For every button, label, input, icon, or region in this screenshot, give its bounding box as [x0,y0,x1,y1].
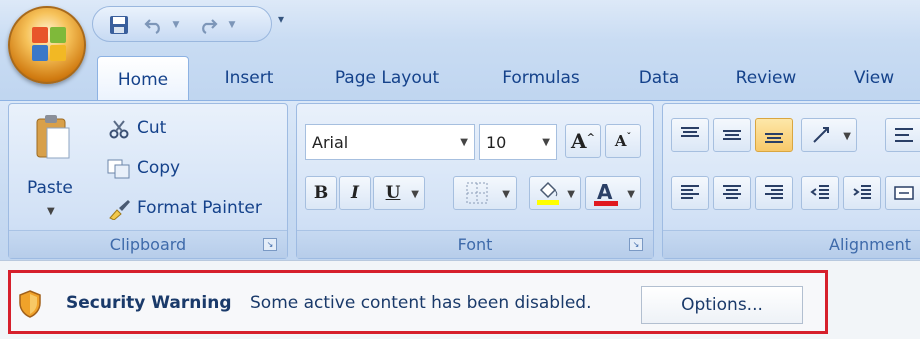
tab-view[interactable]: View [836,56,912,100]
customize-toolbar-icon[interactable]: ▾ [278,12,284,26]
paste-icon [36,115,70,159]
undo-dropdown[interactable]: ▼ [169,14,183,36]
alignment-group: ▼ Alignment [662,103,920,259]
options-button[interactable]: Options... [641,286,803,324]
grow-font-button[interactable]: A^ [565,124,601,158]
chevron-down-icon: ▼ [843,131,851,142]
increase-indent-icon [853,185,871,199]
undo-button[interactable] [143,14,165,36]
ribbon: Paste ▼ Cut Copy Format Painter Clipboar… [0,100,920,260]
align-center-icon [723,185,741,199]
font-size-value: 10 [486,132,507,152]
shrink-font-icon: Aˇ [614,132,632,150]
align-top-icon [681,127,699,137]
italic-label: I [351,183,359,203]
chevron-down-icon: ▼ [627,189,635,200]
copy-label: Copy [137,158,181,178]
security-warning-message: Some active content has been disabled. [250,293,592,313]
tab-data[interactable]: Data [624,56,694,100]
office-logo-icon [32,27,66,61]
tab-formulas[interactable]: Formulas [482,56,600,100]
save-button[interactable] [107,14,131,36]
quick-access-toolbar: ▼ ▼ [92,6,272,42]
text-orientation-icon [813,127,829,143]
font-group: Arial ▼ 10 ▼ A^ Aˇ B I U ▼ ▼ ▼ A ▼ Font … [296,103,654,259]
scissors-icon [109,120,129,139]
save-icon [110,16,128,34]
copy-icon [107,159,130,179]
cut-label: Cut [137,118,167,138]
security-warning-title: Security Warning [66,293,232,313]
shrink-font-button[interactable]: Aˇ [605,124,641,158]
svg-text:A: A [597,180,613,204]
paste-dropdown-icon: ▼ [47,206,55,217]
grow-font-icon: A^ [571,129,595,153]
shield-icon [19,290,41,318]
align-bottom-button[interactable] [755,118,793,152]
align-top-button[interactable] [671,118,709,152]
tab-page-layout[interactable]: Page Layout [317,56,457,100]
tab-review[interactable]: Review [720,56,812,100]
chevron-down-icon: ▼ [567,189,575,200]
font-name-select[interactable]: Arial ▼ [305,124,475,160]
merge-cells-icon [894,186,914,200]
tab-home[interactable]: Home [97,56,189,103]
font-color-icon: A [594,180,618,206]
font-color-button[interactable]: A ▼ [585,176,641,210]
italic-button[interactable]: I [339,176,371,210]
font-size-select[interactable]: 10 ▼ [479,124,557,160]
format-painter-label: Format Painter [137,198,262,218]
align-right-icon [765,185,783,199]
merge-center-button[interactable] [885,176,920,210]
align-left-icon [681,185,699,199]
paste-label: Paste [27,178,73,198]
wrap-text-icon [895,128,913,142]
align-bottom-icon [765,133,783,143]
tab-insert[interactable]: Insert [206,56,292,100]
copy-button[interactable]: Copy [101,152,201,186]
fill-color-button[interactable]: ▼ [529,176,581,210]
paintbrush-icon [109,200,130,220]
fill-color-swatch [537,200,559,205]
clipboard-group: Paste ▼ Cut Copy Format Painter Clipboar… [8,103,288,259]
title-bar: ▼ ▼ ▾ Home Insert Page Layout Formulas D… [0,0,920,103]
bold-label: B [313,183,329,203]
chevron-down-icon: ▼ [502,189,510,200]
align-middle-button[interactable] [713,118,751,152]
align-middle-icon [723,130,741,140]
align-center-button[interactable] [713,176,751,210]
borders-icon [466,182,488,204]
format-painter-button[interactable]: Format Painter [101,192,283,226]
redo-dropdown[interactable]: ▼ [225,14,239,36]
undo-icon [144,19,160,34]
redo-button[interactable] [197,14,219,36]
underline-label: U [385,183,401,203]
cut-button[interactable]: Cut [101,112,191,146]
clipboard-group-label: Clipboard [9,230,287,258]
office-button[interactable] [8,6,86,84]
font-name-value: Arial [312,132,349,152]
bold-button[interactable]: B [305,176,337,210]
redo-icon [202,19,218,34]
chevron-down-icon: ▼ [542,137,550,148]
paste-button[interactable]: Paste ▼ [21,112,85,222]
paint-bucket-icon [537,181,559,205]
clipboard-launcher-icon[interactable]: ↘ [263,238,277,251]
borders-button[interactable]: ▼ [453,176,517,210]
font-launcher-icon[interactable]: ↘ [629,238,643,251]
decrease-indent-icon [810,185,829,199]
align-left-button[interactable] [671,176,709,210]
chevron-down-icon: ▼ [460,137,468,148]
underline-button[interactable]: U ▼ [373,176,425,210]
increase-indent-button[interactable] [843,176,881,210]
wrap-text-button[interactable] [885,118,920,152]
font-color-swatch [594,201,618,206]
alignment-group-label: Alignment [663,230,920,258]
decrease-indent-button[interactable] [801,176,839,210]
font-group-label: Font [297,230,653,258]
orientation-button[interactable]: ▼ [801,118,857,152]
chevron-down-icon: ▼ [411,189,419,200]
align-right-button[interactable] [755,176,793,210]
